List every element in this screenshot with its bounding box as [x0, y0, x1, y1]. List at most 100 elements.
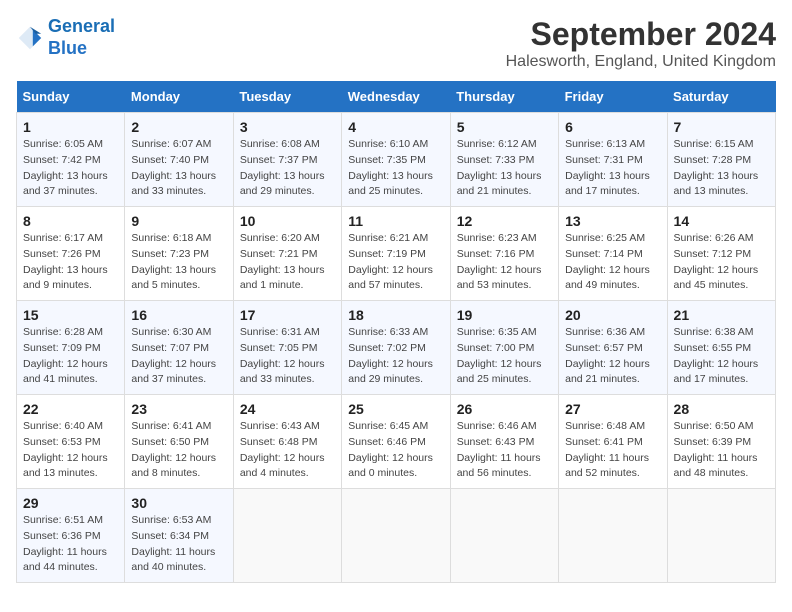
day-number: 17	[240, 307, 335, 323]
day-number: 29	[23, 495, 118, 511]
day-info: Sunrise: 6:21 AMSunset: 7:19 PMDaylight:…	[348, 232, 433, 291]
calendar-cell: 11 Sunrise: 6:21 AMSunset: 7:19 PMDaylig…	[342, 207, 450, 301]
day-number: 19	[457, 307, 552, 323]
calendar-week-row: 22 Sunrise: 6:40 AMSunset: 6:53 PMDaylig…	[17, 395, 776, 489]
day-number: 5	[457, 119, 552, 135]
calendar-week-row: 15 Sunrise: 6:28 AMSunset: 7:09 PMDaylig…	[17, 301, 776, 395]
calendar-week-row: 1 Sunrise: 6:05 AMSunset: 7:42 PMDayligh…	[17, 113, 776, 207]
day-info: Sunrise: 6:35 AMSunset: 7:00 PMDaylight:…	[457, 326, 542, 385]
day-info: Sunrise: 6:48 AMSunset: 6:41 PMDaylight:…	[565, 420, 649, 479]
page-header: General Blue September 2024 Halesworth, …	[16, 16, 776, 71]
calendar-cell: 20 Sunrise: 6:36 AMSunset: 6:57 PMDaylig…	[559, 301, 667, 395]
day-info: Sunrise: 6:38 AMSunset: 6:55 PMDaylight:…	[674, 326, 759, 385]
calendar-cell: 4 Sunrise: 6:10 AMSunset: 7:35 PMDayligh…	[342, 113, 450, 207]
day-info: Sunrise: 6:15 AMSunset: 7:28 PMDaylight:…	[674, 138, 759, 197]
calendar-cell: 21 Sunrise: 6:38 AMSunset: 6:55 PMDaylig…	[667, 301, 775, 395]
calendar-cell: 17 Sunrise: 6:31 AMSunset: 7:05 PMDaylig…	[233, 301, 341, 395]
calendar-cell: 19 Sunrise: 6:35 AMSunset: 7:00 PMDaylig…	[450, 301, 558, 395]
day-info: Sunrise: 6:33 AMSunset: 7:02 PMDaylight:…	[348, 326, 433, 385]
day-info: Sunrise: 6:30 AMSunset: 7:07 PMDaylight:…	[131, 326, 216, 385]
day-info: Sunrise: 6:23 AMSunset: 7:16 PMDaylight:…	[457, 232, 542, 291]
day-number: 13	[565, 213, 660, 229]
location-subtitle: Halesworth, England, United Kingdom	[506, 53, 776, 71]
day-number: 2	[131, 119, 226, 135]
day-number: 1	[23, 119, 118, 135]
day-info: Sunrise: 6:41 AMSunset: 6:50 PMDaylight:…	[131, 420, 216, 479]
calendar-cell: 29 Sunrise: 6:51 AMSunset: 6:36 PMDaylig…	[17, 489, 125, 583]
calendar-cell	[559, 489, 667, 583]
day-number: 16	[131, 307, 226, 323]
month-title: September 2024	[506, 16, 776, 53]
calendar-cell: 16 Sunrise: 6:30 AMSunset: 7:07 PMDaylig…	[125, 301, 233, 395]
calendar-cell	[233, 489, 341, 583]
calendar-cell	[450, 489, 558, 583]
calendar-cell: 10 Sunrise: 6:20 AMSunset: 7:21 PMDaylig…	[233, 207, 341, 301]
calendar-cell: 8 Sunrise: 6:17 AMSunset: 7:26 PMDayligh…	[17, 207, 125, 301]
day-info: Sunrise: 6:28 AMSunset: 7:09 PMDaylight:…	[23, 326, 108, 385]
day-number: 3	[240, 119, 335, 135]
logo-icon	[16, 24, 44, 52]
calendar-header-row: SundayMondayTuesdayWednesdayThursdayFrid…	[17, 81, 776, 113]
day-number: 26	[457, 401, 552, 417]
calendar-cell: 3 Sunrise: 6:08 AMSunset: 7:37 PMDayligh…	[233, 113, 341, 207]
day-number: 30	[131, 495, 226, 511]
day-info: Sunrise: 6:45 AMSunset: 6:46 PMDaylight:…	[348, 420, 433, 479]
calendar-cell: 14 Sunrise: 6:26 AMSunset: 7:12 PMDaylig…	[667, 207, 775, 301]
calendar-cell	[342, 489, 450, 583]
day-info: Sunrise: 6:40 AMSunset: 6:53 PMDaylight:…	[23, 420, 108, 479]
day-info: Sunrise: 6:43 AMSunset: 6:48 PMDaylight:…	[240, 420, 325, 479]
day-info: Sunrise: 6:12 AMSunset: 7:33 PMDaylight:…	[457, 138, 542, 197]
day-info: Sunrise: 6:07 AMSunset: 7:40 PMDaylight:…	[131, 138, 216, 197]
calendar-cell: 28 Sunrise: 6:50 AMSunset: 6:39 PMDaylig…	[667, 395, 775, 489]
day-number: 7	[674, 119, 769, 135]
day-number: 28	[674, 401, 769, 417]
day-number: 6	[565, 119, 660, 135]
title-area: September 2024 Halesworth, England, Unit…	[506, 16, 776, 71]
day-number: 27	[565, 401, 660, 417]
day-info: Sunrise: 6:50 AMSunset: 6:39 PMDaylight:…	[674, 420, 758, 479]
day-info: Sunrise: 6:13 AMSunset: 7:31 PMDaylight:…	[565, 138, 650, 197]
col-header-sunday: Sunday	[17, 81, 125, 113]
col-header-monday: Monday	[125, 81, 233, 113]
calendar-cell: 5 Sunrise: 6:12 AMSunset: 7:33 PMDayligh…	[450, 113, 558, 207]
day-number: 8	[23, 213, 118, 229]
logo-line1: General	[48, 16, 115, 36]
day-info: Sunrise: 6:18 AMSunset: 7:23 PMDaylight:…	[131, 232, 216, 291]
day-number: 25	[348, 401, 443, 417]
day-number: 15	[23, 307, 118, 323]
day-info: Sunrise: 6:08 AMSunset: 7:37 PMDaylight:…	[240, 138, 325, 197]
day-number: 10	[240, 213, 335, 229]
calendar-week-row: 29 Sunrise: 6:51 AMSunset: 6:36 PMDaylig…	[17, 489, 776, 583]
calendar-cell: 27 Sunrise: 6:48 AMSunset: 6:41 PMDaylig…	[559, 395, 667, 489]
calendar-cell: 25 Sunrise: 6:45 AMSunset: 6:46 PMDaylig…	[342, 395, 450, 489]
day-number: 21	[674, 307, 769, 323]
col-header-thursday: Thursday	[450, 81, 558, 113]
calendar-cell: 9 Sunrise: 6:18 AMSunset: 7:23 PMDayligh…	[125, 207, 233, 301]
day-number: 23	[131, 401, 226, 417]
logo-line2: Blue	[48, 38, 87, 58]
calendar-week-row: 8 Sunrise: 6:17 AMSunset: 7:26 PMDayligh…	[17, 207, 776, 301]
calendar-cell: 18 Sunrise: 6:33 AMSunset: 7:02 PMDaylig…	[342, 301, 450, 395]
logo-text: General Blue	[48, 16, 115, 59]
calendar-cell: 1 Sunrise: 6:05 AMSunset: 7:42 PMDayligh…	[17, 113, 125, 207]
col-header-friday: Friday	[559, 81, 667, 113]
calendar-cell: 15 Sunrise: 6:28 AMSunset: 7:09 PMDaylig…	[17, 301, 125, 395]
day-number: 18	[348, 307, 443, 323]
calendar-cell: 7 Sunrise: 6:15 AMSunset: 7:28 PMDayligh…	[667, 113, 775, 207]
day-number: 12	[457, 213, 552, 229]
day-info: Sunrise: 6:51 AMSunset: 6:36 PMDaylight:…	[23, 514, 107, 573]
col-header-wednesday: Wednesday	[342, 81, 450, 113]
day-number: 9	[131, 213, 226, 229]
day-info: Sunrise: 6:31 AMSunset: 7:05 PMDaylight:…	[240, 326, 325, 385]
logo: General Blue	[16, 16, 115, 59]
calendar-cell	[667, 489, 775, 583]
calendar-cell: 6 Sunrise: 6:13 AMSunset: 7:31 PMDayligh…	[559, 113, 667, 207]
day-number: 14	[674, 213, 769, 229]
day-number: 20	[565, 307, 660, 323]
col-header-tuesday: Tuesday	[233, 81, 341, 113]
day-info: Sunrise: 6:05 AMSunset: 7:42 PMDaylight:…	[23, 138, 108, 197]
calendar-cell: 30 Sunrise: 6:53 AMSunset: 6:34 PMDaylig…	[125, 489, 233, 583]
day-info: Sunrise: 6:46 AMSunset: 6:43 PMDaylight:…	[457, 420, 541, 479]
calendar-table: SundayMondayTuesdayWednesdayThursdayFrid…	[16, 81, 776, 583]
calendar-cell: 24 Sunrise: 6:43 AMSunset: 6:48 PMDaylig…	[233, 395, 341, 489]
